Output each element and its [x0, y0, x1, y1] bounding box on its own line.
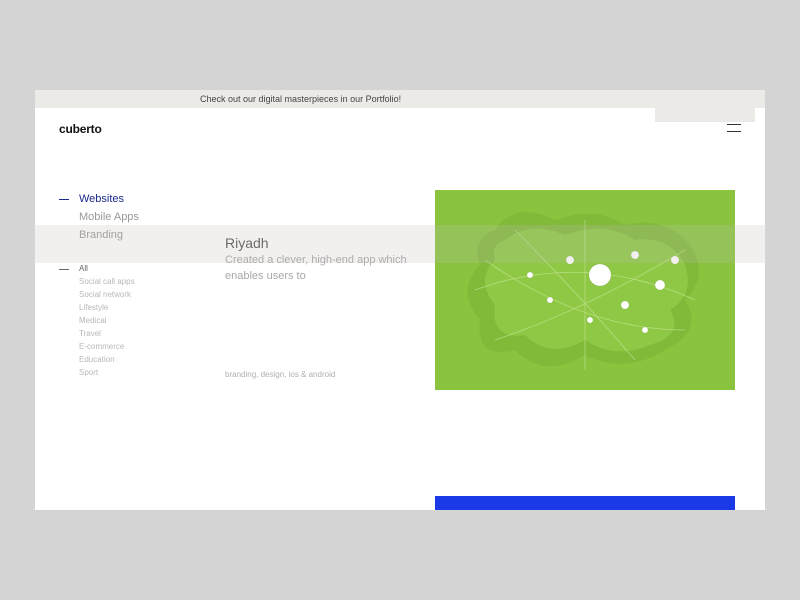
sidebar: Websites Mobile Apps Branding All Social…	[59, 190, 199, 379]
filter-nav: All Social call apps Social network Life…	[59, 262, 199, 379]
project-content: Riyadh Created a clever, high-end app wh…	[225, 235, 445, 285]
filter-label: Medical	[79, 316, 107, 325]
filter-label: Travel	[79, 329, 101, 338]
filter-social-network[interactable]: Social network	[59, 288, 199, 301]
nav-label: Branding	[79, 229, 123, 241]
nav-mobile-apps[interactable]: Mobile Apps	[59, 208, 199, 226]
nav-label: Websites	[79, 193, 124, 205]
filter-label: E-commerce	[79, 342, 124, 351]
project-tags: branding, design, ios & android	[225, 370, 335, 379]
nav-websites[interactable]: Websites	[59, 190, 199, 208]
menu-icon[interactable]	[727, 124, 741, 132]
nav-label: Mobile Apps	[79, 211, 139, 223]
filter-label: Sport	[79, 368, 98, 377]
next-project-peek[interactable]	[435, 496, 735, 510]
primary-nav: Websites Mobile Apps Branding	[59, 190, 199, 244]
promo-banner-text: Check out our digital masterpieces in ou…	[200, 92, 401, 106]
brand-logo[interactable]: cuberto	[59, 122, 102, 136]
app-window: Check out our digital masterpieces in ou…	[35, 90, 765, 510]
filter-label: Social call apps	[79, 277, 135, 286]
filter-education[interactable]: Education	[59, 353, 199, 366]
project-title: Riyadh	[225, 235, 445, 251]
filter-ecommerce[interactable]: E-commerce	[59, 340, 199, 353]
filter-medical[interactable]: Medical	[59, 314, 199, 327]
filter-label: Education	[79, 355, 115, 364]
project-media[interactable]	[435, 190, 735, 390]
filter-label: All	[79, 264, 88, 273]
map-illustration	[435, 190, 735, 390]
filter-all[interactable]: All	[59, 262, 199, 275]
filter-sport[interactable]: Sport	[59, 366, 199, 379]
filter-travel[interactable]: Travel	[59, 327, 199, 340]
filter-social-call[interactable]: Social call apps	[59, 275, 199, 288]
filter-lifestyle[interactable]: Lifestyle	[59, 301, 199, 314]
nav-branding[interactable]: Branding	[59, 226, 199, 244]
filter-label: Lifestyle	[79, 303, 108, 312]
filter-label: Social network	[79, 290, 131, 299]
project-description: Created a clever, high-end app which ena…	[225, 253, 445, 285]
promo-banner-accent	[655, 90, 755, 122]
